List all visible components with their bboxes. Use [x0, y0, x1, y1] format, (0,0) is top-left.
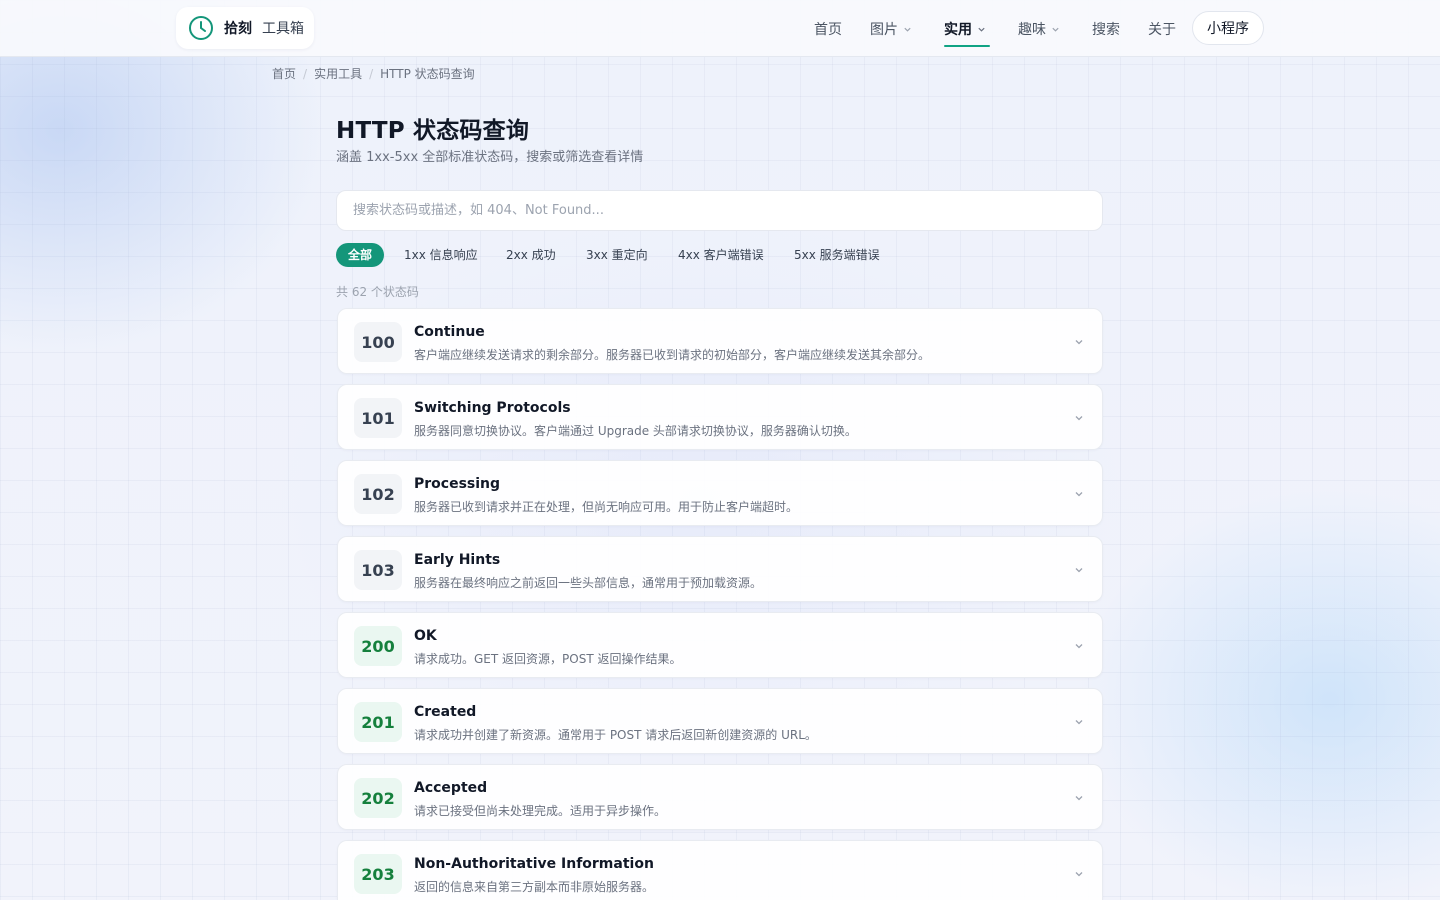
filter-all[interactable]: 全部 — [336, 243, 385, 267]
chevron-down-icon — [1052, 27, 1059, 32]
filter-2xx[interactable]: 2xx 成功 — [506, 243, 556, 267]
page-subtitle: 涵盖 1xx-5xx 全部标准状态码，搜索或筛选查看详情 — [336, 150, 644, 165]
top-navigation-bar: 拾刻 工具箱 首页 图片 实用 趣味 搜索 关于 小程序 — [0, 0, 1440, 57]
status-card-203[interactable]: 203 Non-Authoritative Information 返回的信息来… — [337, 840, 1103, 900]
status-code-badge: 202 — [354, 778, 402, 818]
breadcrumb-current: HTTP 状态码查询 — [380, 67, 475, 81]
status-title: Processing — [414, 476, 501, 492]
nav-utilities[interactable]: 实用 — [944, 19, 986, 39]
nav-about[interactable]: 关于 — [1148, 19, 1176, 39]
chevron-down-icon — [1075, 568, 1083, 573]
status-title: Continue — [414, 324, 485, 340]
nav-fun[interactable]: 趣味 — [1018, 19, 1060, 39]
status-code-badge: 100 — [354, 322, 402, 362]
chevron-down-icon — [978, 27, 985, 32]
chevron-down-icon — [1075, 416, 1083, 421]
status-code-badge: 101 — [354, 398, 402, 438]
status-code-badge: 200 — [354, 626, 402, 666]
status-card-102[interactable]: 102 Processing 服务器已收到请求并正在处理，但尚无响应可用。用于防… — [337, 460, 1103, 526]
status-card-100[interactable]: 100 Continue 客户端应继续发送请求的剩余部分。服务器已收到请求的初始… — [337, 308, 1103, 374]
chevron-down-icon — [1075, 644, 1083, 649]
chevron-down-icon — [1075, 872, 1083, 877]
nav-search-label: 搜索 — [1092, 22, 1120, 38]
status-card-101[interactable]: 101 Switching Protocols 服务器同意切换协议。客户端通过 … — [337, 384, 1103, 450]
status-description: 客户端应继续发送请求的剩余部分。服务器已收到请求的初始部分，客户端应继续发送其余… — [414, 348, 931, 362]
filter-3xx[interactable]: 3xx 重定向 — [586, 243, 648, 267]
status-title: Early Hints — [414, 552, 501, 568]
filter-1xx[interactable]: 1xx 信息响应 — [404, 243, 478, 267]
chevron-down-icon — [1075, 720, 1083, 725]
nav-about-label: 关于 — [1148, 22, 1176, 38]
breadcrumb-separator: / — [303, 66, 308, 81]
nav-home-label: 首页 — [814, 22, 842, 38]
breadcrumb-separator: / — [369, 66, 374, 81]
page-title: HTTP 状态码查询 — [336, 118, 530, 144]
active-nav-indicator — [944, 45, 990, 47]
status-title: Created — [414, 704, 477, 720]
status-title: Non-Authoritative Information — [414, 856, 654, 872]
nav-fun-label: 趣味 — [1018, 22, 1046, 38]
chevron-down-icon — [904, 27, 911, 32]
status-title: Switching Protocols — [414, 400, 571, 416]
status-description: 服务器同意切换协议。客户端通过 Upgrade 头部请求切换协议，服务器确认切换… — [414, 424, 857, 438]
chevron-down-icon — [1075, 340, 1083, 345]
status-description: 返回的信息来自第三方副本而非原始服务器。 — [414, 880, 655, 894]
status-code-badge: 102 — [354, 474, 402, 514]
status-card-103[interactable]: 103 Early Hints 服务器在最终响应之前返回一些头部信息，通常用于预… — [337, 536, 1103, 602]
breadcrumb-home[interactable]: 首页 — [272, 65, 296, 82]
status-code-badge: 103 — [354, 550, 402, 590]
status-description: 请求成功并创建了新资源。通常用于 POST 请求后返回新创建资源的 URL。 — [414, 728, 817, 742]
status-card-201[interactable]: 201 Created 请求成功并创建了新资源。通常用于 POST 请求后返回新… — [337, 688, 1103, 754]
search-input[interactable] — [336, 190, 1103, 231]
breadcrumb-utilities[interactable]: 实用工具 — [314, 65, 362, 82]
nav-utilities-label: 实用 — [944, 22, 972, 38]
nav-images[interactable]: 图片 — [870, 19, 912, 39]
status-title: Accepted — [414, 780, 488, 796]
status-description: 请求成功。GET 返回资源，POST 返回操作结果。 — [414, 652, 682, 666]
status-description: 服务器在最终响应之前返回一些头部信息，通常用于预加载资源。 — [414, 576, 763, 590]
status-description: 服务器已收到请求并正在处理，但尚无响应可用。用于防止客户端超时。 — [414, 500, 799, 514]
status-card-200[interactable]: 200 OK 请求成功。GET 返回资源，POST 返回操作结果。 — [337, 612, 1103, 678]
nav-home[interactable]: 首页 — [814, 19, 842, 39]
filter-5xx[interactable]: 5xx 服务端错误 — [794, 243, 880, 267]
mini-program-button[interactable]: 小程序 — [1192, 11, 1264, 45]
chevron-down-icon — [1075, 796, 1083, 801]
nav-search[interactable]: 搜索 — [1092, 19, 1120, 39]
status-code-badge: 201 — [354, 702, 402, 742]
status-description: 请求已接受但尚未处理完成。适用于异步操作。 — [414, 804, 667, 818]
breadcrumb: 首页 / 实用工具 / HTTP 状态码查询 — [272, 65, 475, 82]
result-count: 共 62 个状态码 — [336, 285, 419, 299]
status-card-202[interactable]: 202 Accepted 请求已接受但尚未处理完成。适用于异步操作。 — [337, 764, 1103, 830]
filter-4xx[interactable]: 4xx 客户端错误 — [678, 243, 764, 267]
chevron-down-icon — [1075, 492, 1083, 497]
status-code-badge: 203 — [354, 854, 402, 894]
nav-images-label: 图片 — [870, 22, 898, 38]
status-title: OK — [414, 628, 437, 644]
